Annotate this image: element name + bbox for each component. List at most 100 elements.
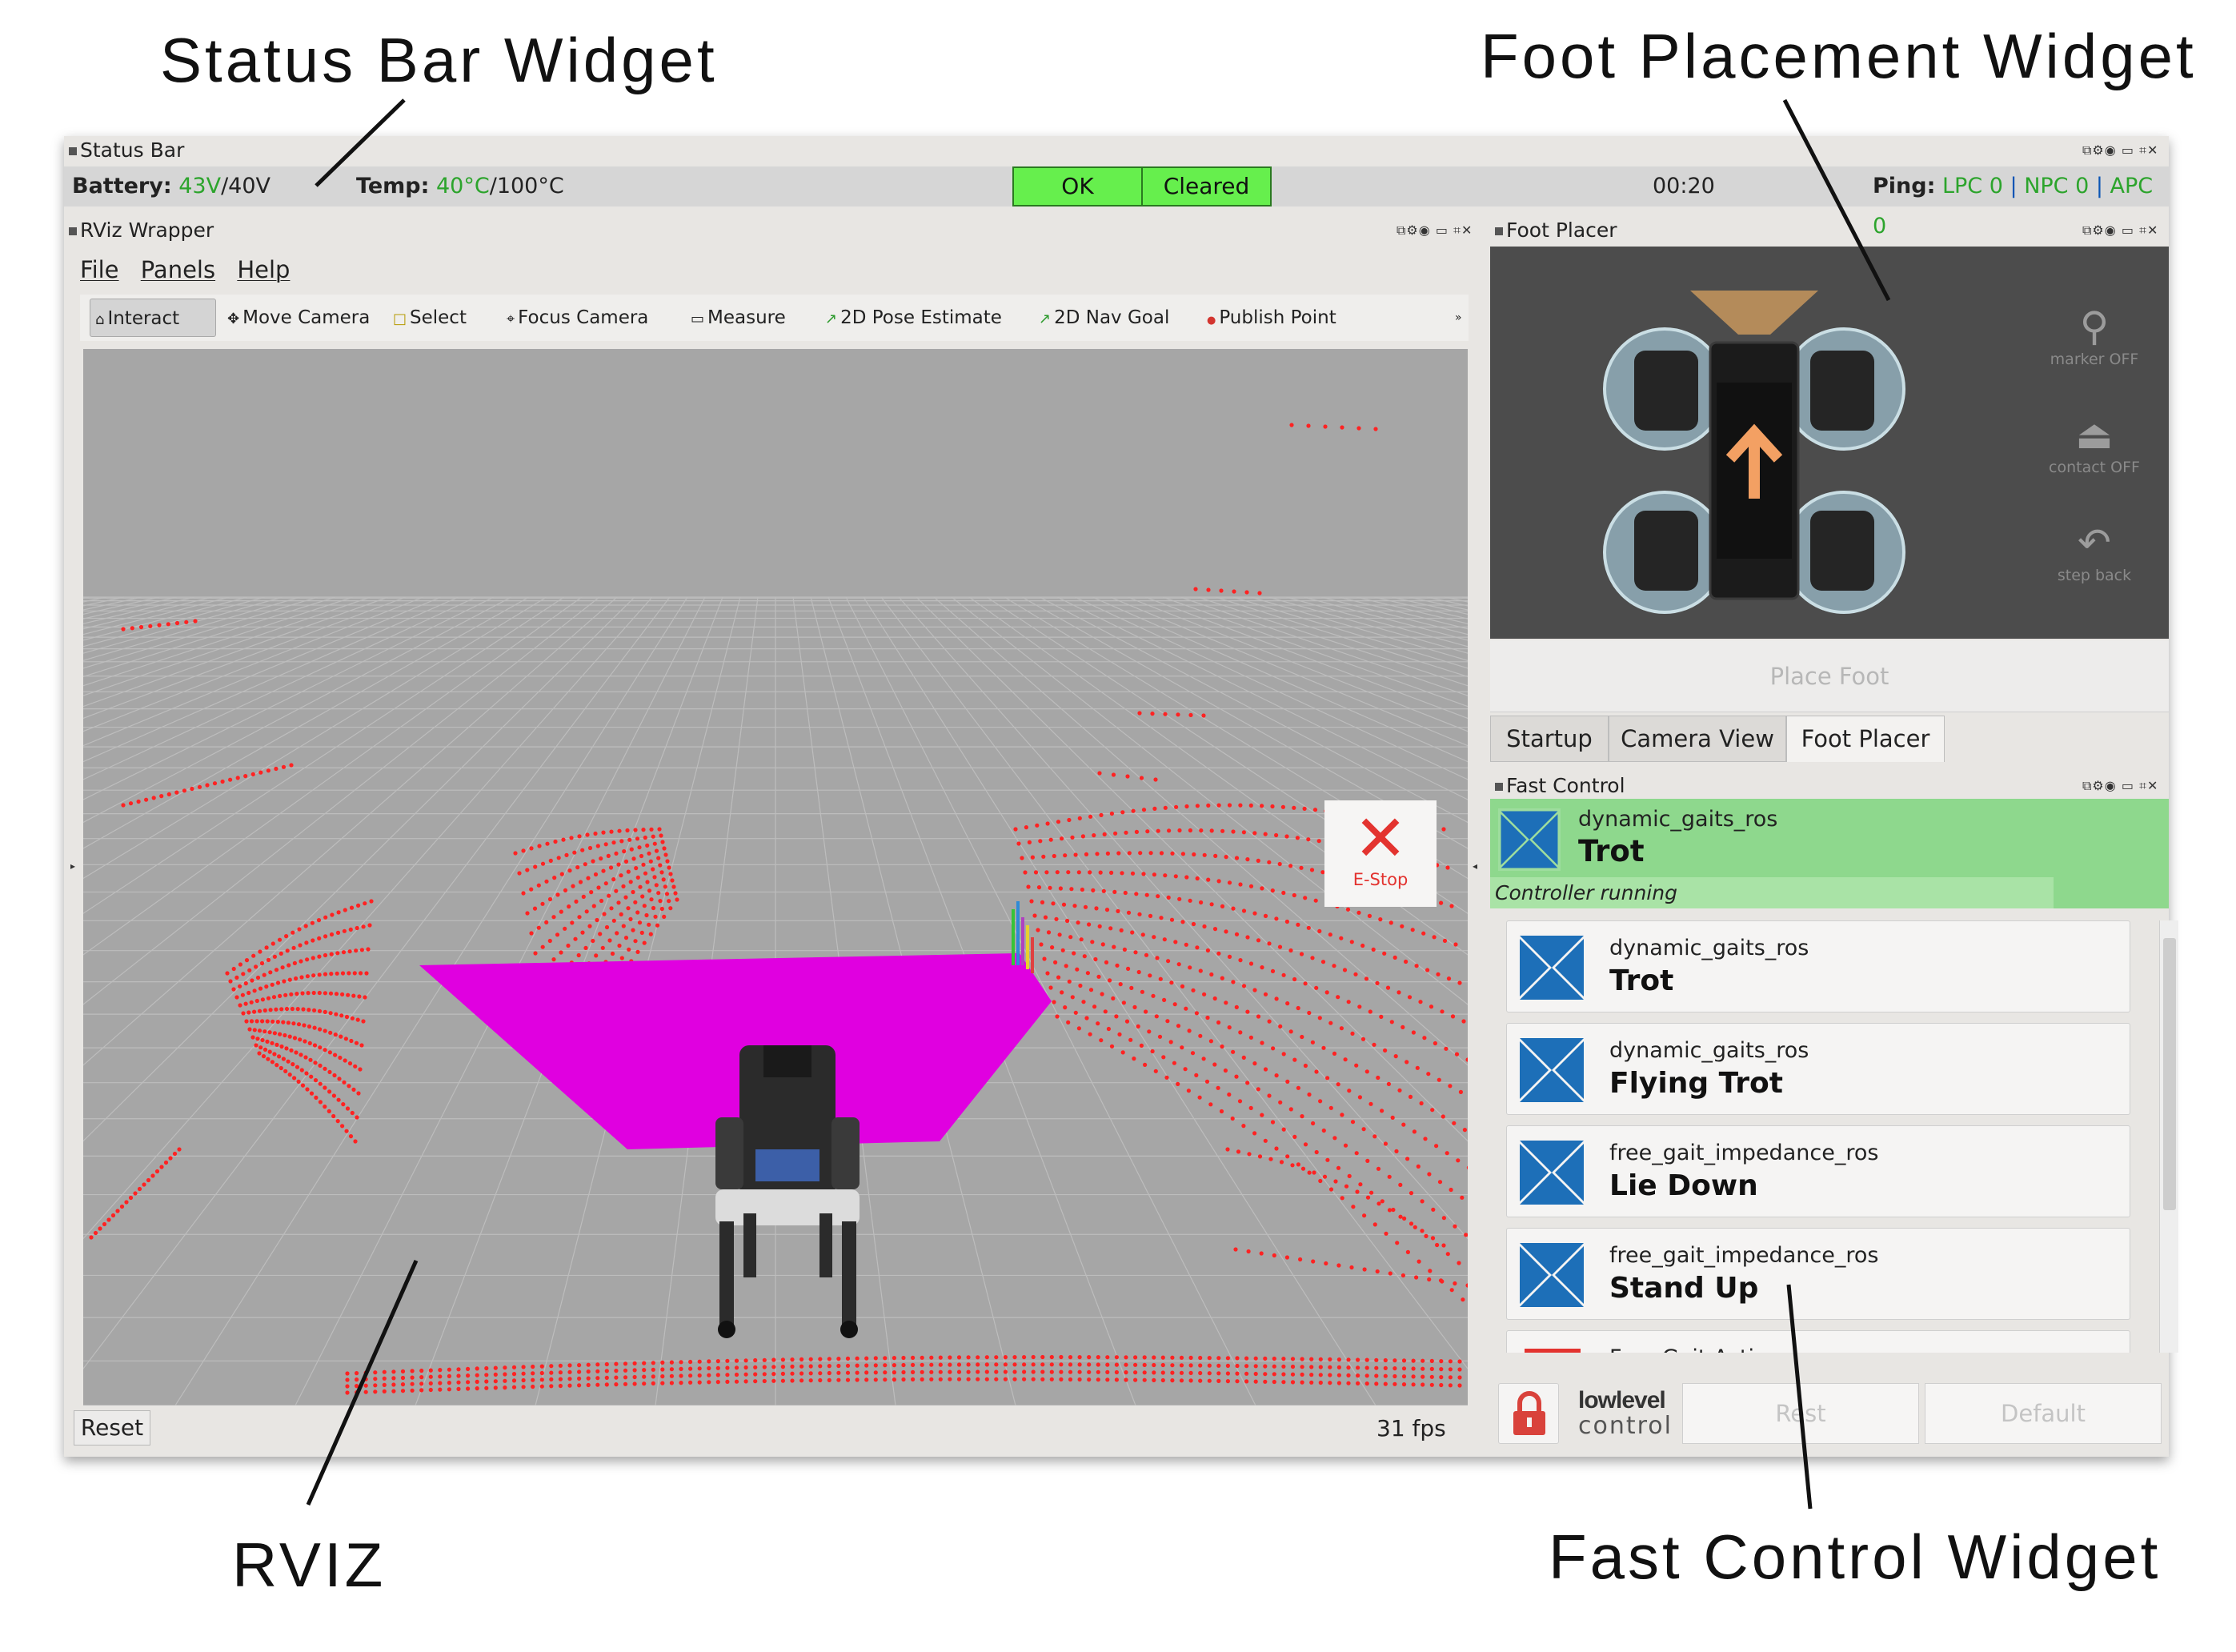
rviz-3d-viewport[interactable] bbox=[83, 349, 1468, 1405]
point bbox=[660, 1374, 665, 1379]
ok-button[interactable]: OK bbox=[1012, 166, 1143, 206]
rviz-scene[interactable] bbox=[83, 349, 1468, 1405]
point bbox=[573, 936, 578, 941]
menu-help[interactable]: Help bbox=[237, 256, 290, 283]
point bbox=[1346, 1365, 1351, 1370]
active-controller: dynamic_gaits_ros Trot Controller runnin… bbox=[1490, 799, 2169, 908]
status-bar-dock-buttons[interactable]: ⧉⚙◉ ▭ ⌗✕ bbox=[2082, 142, 2158, 160]
point bbox=[864, 1377, 869, 1382]
point bbox=[1202, 924, 1207, 929]
point bbox=[1429, 1374, 1434, 1379]
rest-button[interactable]: Rest bbox=[1682, 1383, 1919, 1444]
controller-item-flying-trot[interactable]: dynamic_gaits_ros Flying Trot bbox=[1506, 1023, 2130, 1115]
point bbox=[292, 1076, 297, 1081]
controller-item-lie-down[interactable]: free_gait_impedance_ros Lie Down bbox=[1506, 1125, 2130, 1217]
step-back-button[interactable]: ↶ step back bbox=[2034, 519, 2154, 584]
reset-button[interactable]: Reset bbox=[74, 1410, 150, 1446]
tool-2d-nav-goal[interactable]: ↗ 2D Nav Goal bbox=[1034, 299, 1169, 337]
point bbox=[1016, 841, 1021, 846]
point bbox=[1188, 1378, 1193, 1383]
point bbox=[1078, 983, 1083, 988]
controller-logo-icon bbox=[1520, 1243, 1584, 1307]
tab-foot-placer[interactable]: Foot Placer bbox=[1786, 716, 1945, 762]
place-foot-button[interactable]: Place Foot bbox=[1490, 640, 2169, 712]
point bbox=[1314, 1069, 1319, 1074]
point bbox=[347, 971, 351, 976]
tab-camera-view[interactable]: Camera View bbox=[1609, 716, 1786, 762]
point bbox=[336, 1097, 341, 1102]
cleared-button[interactable]: Cleared bbox=[1141, 166, 1272, 206]
foot-placer-dock-buttons[interactable]: ⧉⚙◉ ▭ ⌗✕ bbox=[2082, 223, 2158, 240]
controller-item-free-gait-action[interactable]: Free Gait Action bbox=[1506, 1330, 2130, 1353]
controller-list-scrollbar[interactable] bbox=[2159, 920, 2178, 1353]
point bbox=[1457, 1261, 1461, 1265]
point bbox=[1100, 992, 1104, 996]
point bbox=[984, 1377, 989, 1381]
tool-measure[interactable]: ▭ Measure bbox=[686, 299, 786, 337]
point bbox=[1235, 1371, 1240, 1376]
point bbox=[1462, 1128, 1467, 1133]
point bbox=[475, 1386, 479, 1391]
point bbox=[753, 1372, 758, 1377]
point bbox=[1450, 1014, 1456, 1019]
e-stop-button[interactable]: ✕ E-Stop bbox=[1324, 800, 1437, 907]
lock-button[interactable] bbox=[1498, 1383, 1559, 1444]
point bbox=[1429, 1366, 1434, 1371]
marker-toggle[interactable]: ⚲ marker OFF bbox=[2034, 303, 2154, 368]
contact-toggle[interactable]: ⏏ contact OFF bbox=[2034, 411, 2154, 476]
point bbox=[311, 990, 316, 996]
tab-startup[interactable]: Startup bbox=[1490, 716, 1609, 762]
point bbox=[1288, 948, 1293, 953]
point bbox=[1439, 1375, 1444, 1380]
point bbox=[586, 876, 591, 880]
point bbox=[1458, 1089, 1463, 1094]
toolbar-overflow-button[interactable]: » bbox=[1450, 299, 1462, 337]
point bbox=[641, 828, 646, 832]
tool-move-camera[interactable]: ✥ Move Camera bbox=[222, 299, 370, 337]
viewport-right-handle[interactable]: ◂ bbox=[1473, 860, 1477, 872]
point bbox=[1207, 1363, 1212, 1368]
point bbox=[345, 1377, 350, 1382]
point bbox=[656, 891, 661, 896]
point bbox=[373, 1383, 378, 1388]
point bbox=[456, 1367, 461, 1372]
point bbox=[1272, 1364, 1276, 1369]
point bbox=[604, 1361, 609, 1367]
point bbox=[540, 944, 545, 949]
point bbox=[1142, 1355, 1147, 1360]
point bbox=[1166, 959, 1171, 964]
point bbox=[1272, 1253, 1276, 1258]
menu-file[interactable]: File bbox=[80, 256, 119, 283]
default-button[interactable]: Default bbox=[1925, 1383, 2162, 1444]
controller-item-trot[interactable]: dynamic_gaits_ros Trot bbox=[1506, 920, 2130, 1012]
rviz-dock-buttons[interactable]: ⧉⚙◉ ▭ ⌗✕ bbox=[1396, 223, 1473, 240]
viewport-left-handle[interactable]: ▸ bbox=[70, 860, 75, 872]
point bbox=[1270, 888, 1275, 893]
menu-panels[interactable]: Panels bbox=[141, 256, 215, 283]
point bbox=[1066, 870, 1071, 875]
fast-control-dock-buttons[interactable]: ⧉⚙◉ ▭ ⌗✕ bbox=[2082, 778, 2158, 796]
point bbox=[623, 895, 628, 900]
point bbox=[1270, 804, 1275, 809]
point bbox=[270, 941, 275, 946]
scrollbar-thumb[interactable] bbox=[2163, 938, 2176, 1210]
point bbox=[298, 1037, 303, 1042]
controller-item-stand-up[interactable]: free_gait_impedance_ros Stand Up bbox=[1506, 1228, 2130, 1320]
point bbox=[1220, 904, 1225, 908]
point bbox=[286, 1020, 291, 1025]
tool-2d-pose-estimate[interactable]: ↗ 2D Pose Estimate bbox=[820, 299, 1002, 337]
point bbox=[1120, 1050, 1125, 1055]
tool-interact[interactable]: ⌂ Interact bbox=[90, 299, 216, 337]
point bbox=[419, 1381, 424, 1386]
tool-focus-camera[interactable]: ⌖ Focus Camera bbox=[502, 299, 648, 337]
point bbox=[1292, 976, 1297, 982]
point bbox=[929, 1369, 934, 1374]
point bbox=[353, 1064, 358, 1069]
tool-select[interactable]: □ Select bbox=[388, 299, 467, 337]
point bbox=[1388, 1271, 1392, 1276]
point bbox=[626, 906, 631, 911]
point bbox=[1248, 961, 1254, 966]
point bbox=[1068, 1355, 1073, 1360]
foot-placer-view[interactable]: ⚲ marker OFF ⏏ contact OFF ↶ step back bbox=[1490, 247, 2169, 639]
tool-publish-point[interactable]: ● Publish Point bbox=[1202, 299, 1336, 337]
